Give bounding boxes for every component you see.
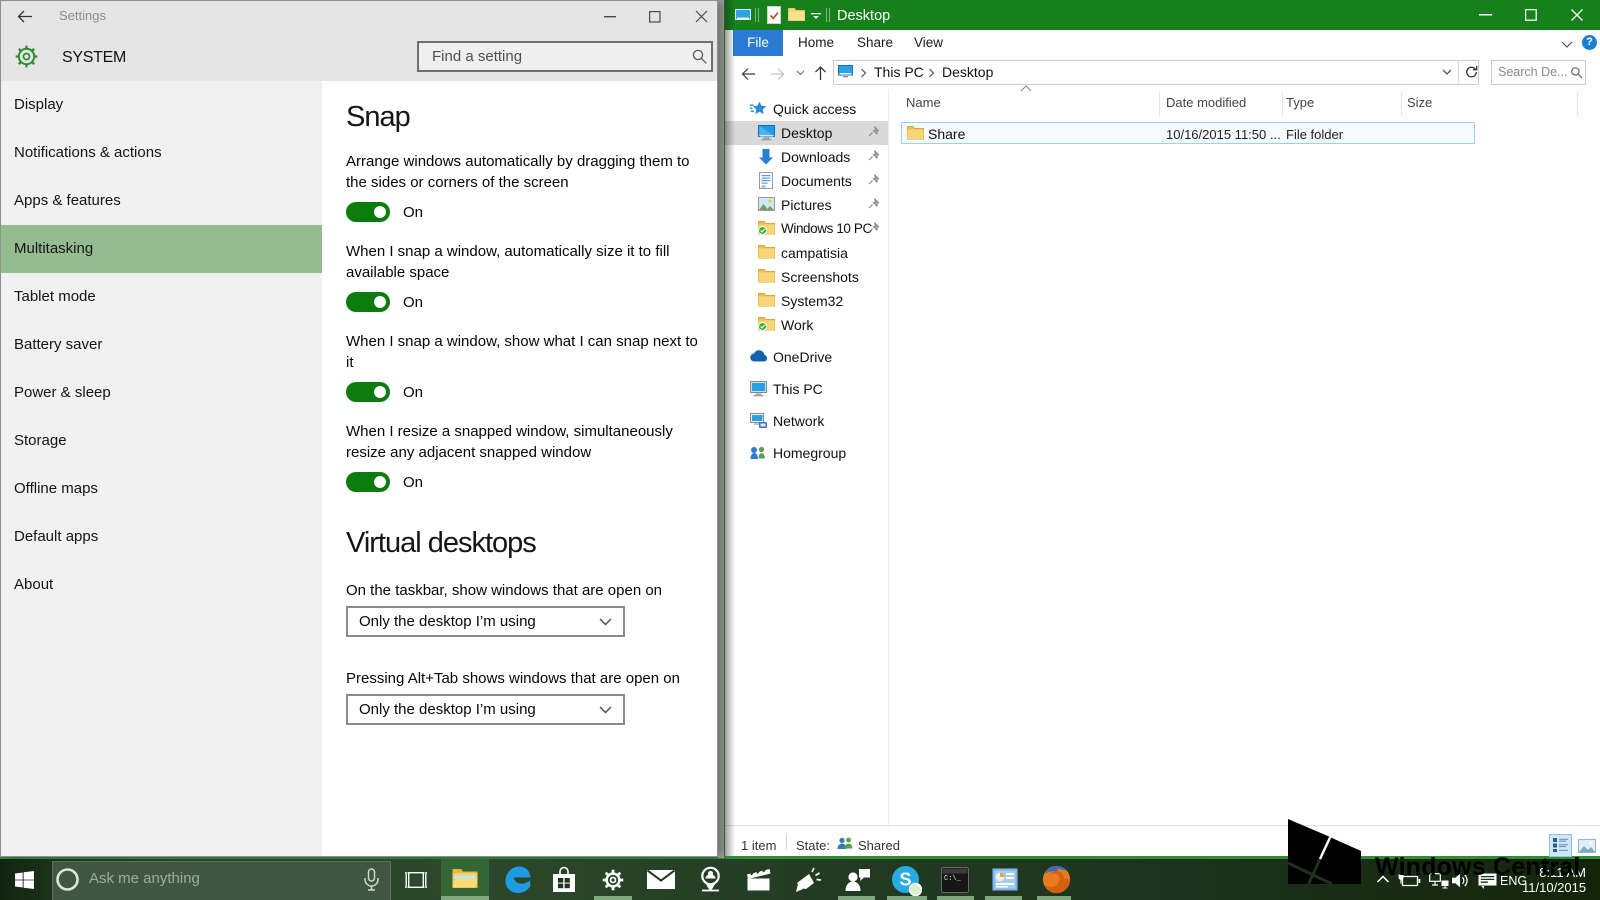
svg-text:C:\_: C:\_ xyxy=(944,875,962,883)
